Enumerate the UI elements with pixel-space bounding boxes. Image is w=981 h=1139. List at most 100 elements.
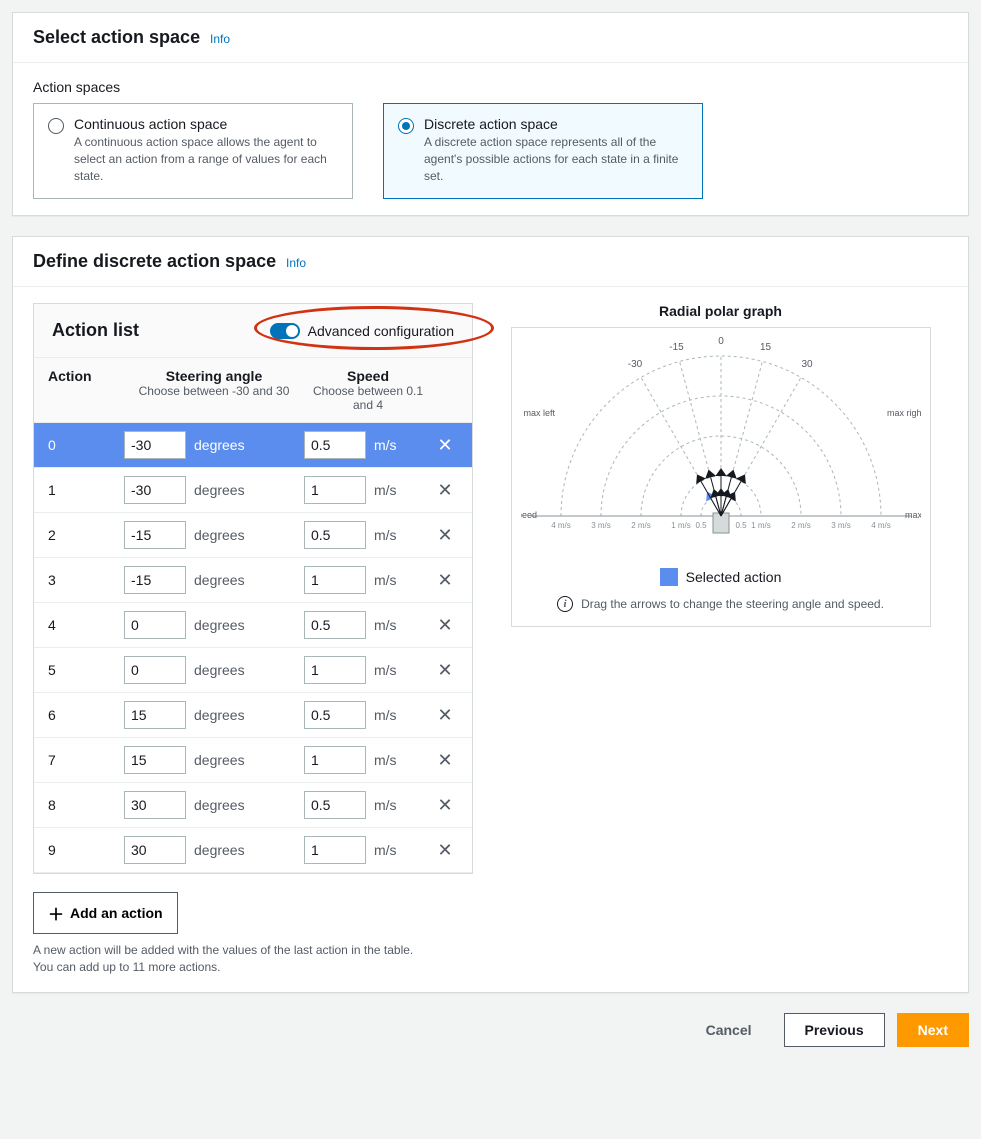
delete-row-icon[interactable]: ✕ <box>437 705 452 725</box>
svg-text:max left: max left <box>523 408 555 418</box>
action-row[interactable]: 5degreesm/s✕ <box>34 648 472 693</box>
row-index: 2 <box>48 527 124 543</box>
action-list-header: Action list Advanced configuration <box>34 304 472 358</box>
svg-text:15: 15 <box>759 342 771 353</box>
svg-text:4 m/s: 4 m/s <box>551 521 571 530</box>
delete-row-icon[interactable]: ✕ <box>437 615 452 635</box>
radial-title: Radial polar graph <box>493 303 948 319</box>
row-index: 6 <box>48 707 124 723</box>
speed-input[interactable] <box>304 611 366 639</box>
option-title: Discrete action space <box>424 116 688 132</box>
unit-ms: m/s <box>374 527 397 543</box>
info-link[interactable]: Info <box>210 32 230 46</box>
option-continuous[interactable]: Continuous action space A continuous act… <box>33 103 353 199</box>
action-row[interactable]: 7degreesm/s✕ <box>34 738 472 783</box>
action-row[interactable]: 6degreesm/s✕ <box>34 693 472 738</box>
legend: Selected action <box>660 568 782 586</box>
speed-input[interactable] <box>304 791 366 819</box>
delete-row-icon[interactable]: ✕ <box>437 660 452 680</box>
speed-input[interactable] <box>304 836 366 864</box>
define-discrete-panel: Define discrete action space Info Action… <box>12 236 969 993</box>
steering-input[interactable] <box>124 566 186 594</box>
panel-body: Action list Advanced configuration Actio… <box>13 287 968 992</box>
svg-text:2 m/s: 2 m/s <box>631 521 651 530</box>
cancel-button[interactable]: Cancel <box>686 1014 772 1046</box>
steering-input[interactable] <box>124 476 186 504</box>
action-row[interactable]: 4degreesm/s✕ <box>34 603 472 648</box>
unit-degrees: degrees <box>194 482 245 498</box>
panel-body: Action spaces Continuous action space A … <box>13 63 968 215</box>
th-speed-sub: Choose between 0.1 and 4 <box>304 384 432 412</box>
panel-header: Select action space Info <box>13 13 968 63</box>
speed-input[interactable] <box>304 566 366 594</box>
helper-text: A new action will be added with the valu… <box>33 942 473 976</box>
svg-text:0: 0 <box>718 336 724 347</box>
panel-title: Select action space <box>33 27 200 47</box>
svg-text:3 m/s: 3 m/s <box>831 521 851 530</box>
delete-row-icon[interactable]: ✕ <box>437 435 452 455</box>
unit-degrees: degrees <box>194 842 245 858</box>
steering-input[interactable] <box>124 701 186 729</box>
action-row[interactable]: 1degreesm/s✕ <box>34 468 472 513</box>
row-index: 3 <box>48 572 124 588</box>
speed-input[interactable] <box>304 476 366 504</box>
steering-input[interactable] <box>124 611 186 639</box>
info-link[interactable]: Info <box>286 256 306 270</box>
unit-degrees: degrees <box>194 527 245 543</box>
svg-text:-15: -15 <box>669 342 684 353</box>
add-action-button[interactable]: ＋ Add an action <box>33 892 178 934</box>
steering-input[interactable] <box>124 836 186 864</box>
panel-header: Define discrete action space Info <box>13 237 968 287</box>
steering-input[interactable] <box>124 656 186 684</box>
steering-input[interactable] <box>124 521 186 549</box>
action-row[interactable]: 8degreesm/s✕ <box>34 783 472 828</box>
svg-text:-30: -30 <box>627 359 642 370</box>
unit-degrees: degrees <box>194 707 245 723</box>
delete-row-icon[interactable]: ✕ <box>437 570 452 590</box>
option-discrete[interactable]: Discrete action space A discrete action … <box>383 103 703 199</box>
speed-input[interactable] <box>304 701 366 729</box>
th-speed: Speed <box>304 368 432 384</box>
unit-ms: m/s <box>374 752 397 768</box>
steering-input[interactable] <box>124 431 186 459</box>
option-desc: A discrete action space represents all o… <box>424 134 688 184</box>
action-list-title: Action list <box>52 320 139 341</box>
delete-row-icon[interactable]: ✕ <box>437 480 452 500</box>
steering-input[interactable] <box>124 746 186 774</box>
select-action-space-panel: Select action space Info Action spaces C… <box>12 12 969 216</box>
legend-color-box <box>660 568 678 586</box>
add-action-label: Add an action <box>70 905 163 921</box>
svg-text:1 m/s: 1 m/s <box>751 521 771 530</box>
row-index: 4 <box>48 617 124 633</box>
speed-input[interactable] <box>304 746 366 774</box>
legend-label: Selected action <box>686 569 782 585</box>
radial-polar-graph[interactable]: 015-1530-30max leftmax rightmax speedmax… <box>521 336 921 556</box>
option-desc: A continuous action space allows the age… <box>74 134 338 184</box>
svg-text:0.5: 0.5 <box>735 521 747 530</box>
unit-degrees: degrees <box>194 572 245 588</box>
svg-text:2 m/s: 2 m/s <box>791 521 811 530</box>
action-row[interactable]: 2 degrees m/s ✕ <box>34 513 472 558</box>
speed-input[interactable] <box>304 656 366 684</box>
delete-row-icon[interactable]: ✕ <box>437 750 452 770</box>
speed-input[interactable] <box>304 521 366 549</box>
unit-ms: m/s <box>374 572 397 588</box>
advanced-config-toggle[interactable]: Advanced configuration <box>270 323 454 339</box>
action-row[interactable]: 3 degrees m/s ✕ <box>34 558 472 603</box>
delete-row-icon[interactable]: ✕ <box>437 525 452 545</box>
action-spaces-label: Action spaces <box>33 79 948 95</box>
action-row[interactable]: 9degreesm/s✕ <box>34 828 472 873</box>
action-row[interactable]: 0degreesm/s✕ <box>34 423 472 468</box>
svg-text:4 m/s: 4 m/s <box>871 521 891 530</box>
unit-ms: m/s <box>374 437 397 453</box>
next-button[interactable]: Next <box>897 1013 969 1047</box>
panel-title: Define discrete action space <box>33 251 276 271</box>
previous-button[interactable]: Previous <box>784 1013 885 1047</box>
delete-row-icon[interactable]: ✕ <box>437 795 452 815</box>
steering-input[interactable] <box>124 791 186 819</box>
row-index: 9 <box>48 842 124 858</box>
radio-icon <box>398 118 414 134</box>
svg-text:0.5: 0.5 <box>695 521 707 530</box>
delete-row-icon[interactable]: ✕ <box>437 840 452 860</box>
speed-input[interactable] <box>304 431 366 459</box>
